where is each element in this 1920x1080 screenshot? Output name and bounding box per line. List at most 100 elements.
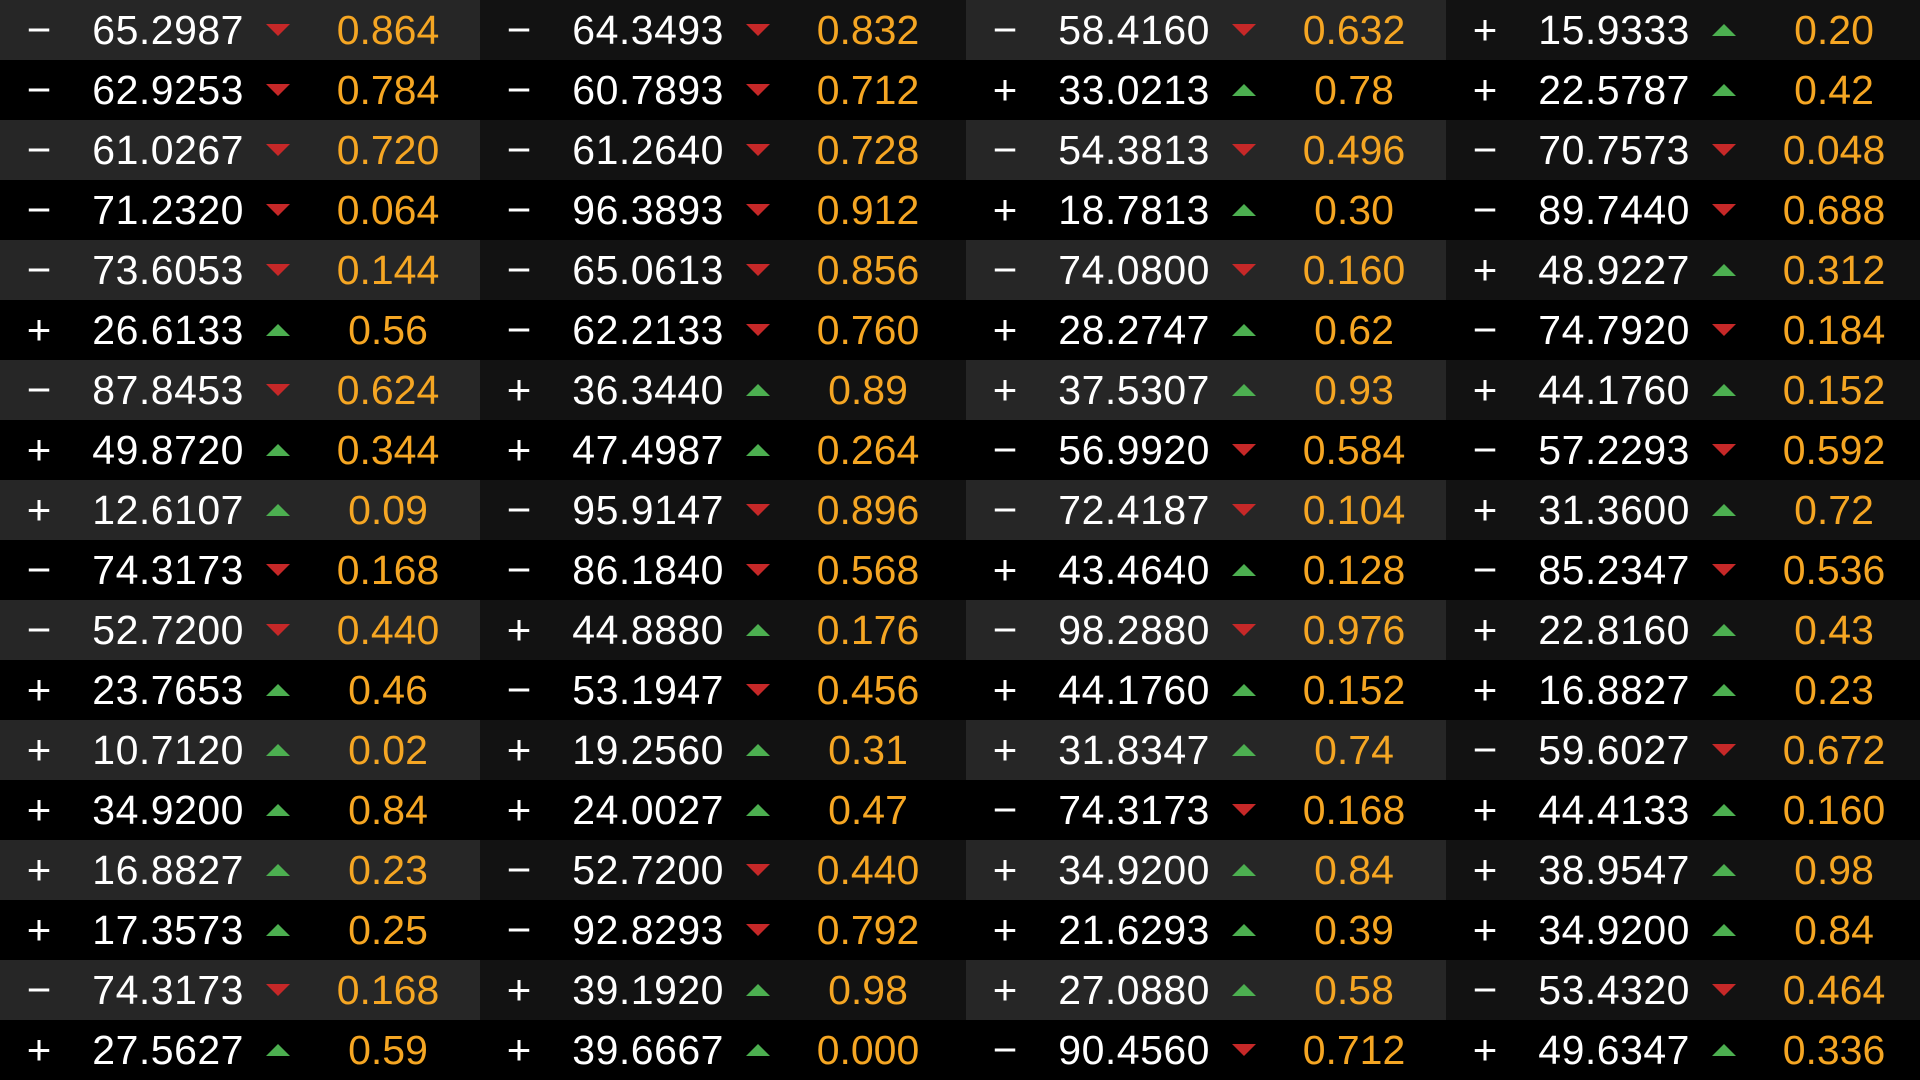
sign-indicator: −	[1472, 426, 1498, 473]
sign-indicator: −	[26, 186, 52, 233]
ticker-row: −95.9147 0.896	[480, 480, 966, 540]
sign-indicator: −	[1472, 726, 1498, 773]
triangle-down-icon	[264, 60, 294, 120]
change-value: 0.23	[1794, 667, 1874, 713]
price-value: 87.8453	[92, 367, 244, 413]
change-value: 0.896	[816, 487, 920, 533]
change-value: 0.976	[1302, 607, 1406, 653]
triangle-up-icon	[1230, 960, 1260, 1020]
triangle-down-icon	[744, 120, 774, 180]
triangle-down-icon	[744, 60, 774, 120]
change-value: 0.712	[816, 67, 920, 113]
price-value: 74.3173	[1058, 787, 1210, 833]
price-value: 95.9147	[572, 487, 724, 533]
sign-indicator: −	[506, 666, 532, 713]
ticker-row: +27.0880 0.58	[966, 960, 1446, 1020]
price-value: 15.9333	[1538, 7, 1690, 53]
ticker-row: +44.1760 0.152	[966, 660, 1446, 720]
change-value: 0.59	[348, 1027, 428, 1073]
sign-indicator: +	[992, 966, 1018, 1013]
triangle-up-icon	[1230, 840, 1260, 900]
triangle-down-icon	[1710, 420, 1740, 480]
ticker-row: −52.7200 0.440	[480, 840, 966, 900]
ticker-row: +17.3573 0.25	[0, 900, 480, 960]
ticker-row: +39.6667 0.000	[480, 1020, 966, 1080]
ticker-row: −92.8293 0.792	[480, 900, 966, 960]
sign-indicator: +	[992, 306, 1018, 353]
change-value: 0.43	[1794, 607, 1874, 653]
triangle-down-icon	[1230, 1020, 1260, 1080]
ticker-row: +22.5787 0.42	[1446, 60, 1920, 120]
change-value: 0.912	[816, 187, 920, 233]
change-value: 0.440	[336, 607, 440, 653]
change-value: 0.78	[1314, 67, 1394, 113]
triangle-down-icon	[744, 480, 774, 540]
sign-indicator: +	[506, 426, 532, 473]
ticker-row: +49.8720 0.344	[0, 420, 480, 480]
change-value: 0.72	[1794, 487, 1874, 533]
triangle-down-icon	[1230, 120, 1260, 180]
price-value: 65.2987	[92, 7, 244, 53]
ticker-row: +15.9333 0.20	[1446, 0, 1920, 60]
triangle-up-icon	[744, 1020, 774, 1080]
ticker-column-1: −65.2987 0.864−62.9253 0.784−61.0267 0.720−…	[0, 0, 480, 1080]
price-value: 58.4160	[1058, 7, 1210, 53]
change-value: 0.440	[816, 847, 920, 893]
triangle-up-icon	[1710, 600, 1740, 660]
ticker-row: +26.6133 0.56	[0, 300, 480, 360]
ticker-row: +28.2747 0.62	[966, 300, 1446, 360]
sign-indicator: +	[26, 486, 52, 533]
price-value: 52.7200	[572, 847, 724, 893]
ticker-row: −74.0800 0.160	[966, 240, 1446, 300]
change-value: 0.160	[1302, 247, 1406, 293]
triangle-down-icon	[1230, 420, 1260, 480]
triangle-down-icon	[1710, 180, 1740, 240]
price-value: 16.8827	[1538, 667, 1690, 713]
triangle-up-icon	[264, 900, 294, 960]
sign-indicator: −	[506, 906, 532, 953]
change-value: 0.184	[1782, 307, 1886, 353]
triangle-up-icon	[744, 960, 774, 1020]
price-value: 27.0880	[1058, 967, 1210, 1013]
price-value: 96.3893	[572, 187, 724, 233]
price-value: 44.1760	[1058, 667, 1210, 713]
change-value: 0.39	[1314, 907, 1394, 953]
price-value: 64.3493	[572, 7, 724, 53]
change-value: 0.344	[336, 427, 440, 473]
sign-indicator: +	[1472, 366, 1498, 413]
change-value: 0.456	[816, 667, 920, 713]
change-value: 0.584	[1302, 427, 1406, 473]
sign-indicator: +	[506, 366, 532, 413]
price-value: 53.1947	[572, 667, 724, 713]
ticker-row: +43.4640 0.128	[966, 540, 1446, 600]
sign-indicator: −	[992, 1026, 1018, 1073]
ticker-row: −59.6027 0.672	[1446, 720, 1920, 780]
change-value: 0.168	[336, 547, 440, 593]
change-value: 0.720	[336, 127, 440, 173]
triangle-up-icon	[744, 420, 774, 480]
change-value: 0.84	[1314, 847, 1394, 893]
price-value: 22.8160	[1538, 607, 1690, 653]
ticker-row: +16.8827 0.23	[0, 840, 480, 900]
triangle-down-icon	[744, 180, 774, 240]
sign-indicator: +	[992, 846, 1018, 893]
price-value: 37.5307	[1058, 367, 1210, 413]
change-value: 0.23	[348, 847, 428, 893]
price-value: 74.7920	[1538, 307, 1690, 353]
price-value: 59.6027	[1538, 727, 1690, 773]
triangle-up-icon	[1710, 1020, 1740, 1080]
ticker-row: −65.2987 0.864	[0, 0, 480, 60]
sign-indicator: +	[1472, 246, 1498, 293]
ticker-row: +44.8880 0.176	[480, 600, 966, 660]
ticker-row: −56.9920 0.584	[966, 420, 1446, 480]
sign-indicator: +	[992, 66, 1018, 113]
change-value: 0.31	[828, 727, 908, 773]
price-value: 24.0027	[572, 787, 724, 833]
triangle-up-icon	[1710, 240, 1740, 300]
price-value: 53.4320	[1538, 967, 1690, 1013]
price-value: 61.2640	[572, 127, 724, 173]
triangle-down-icon	[744, 900, 774, 960]
change-value: 0.89	[828, 367, 908, 413]
triangle-up-icon	[264, 1020, 294, 1080]
sign-indicator: +	[26, 426, 52, 473]
